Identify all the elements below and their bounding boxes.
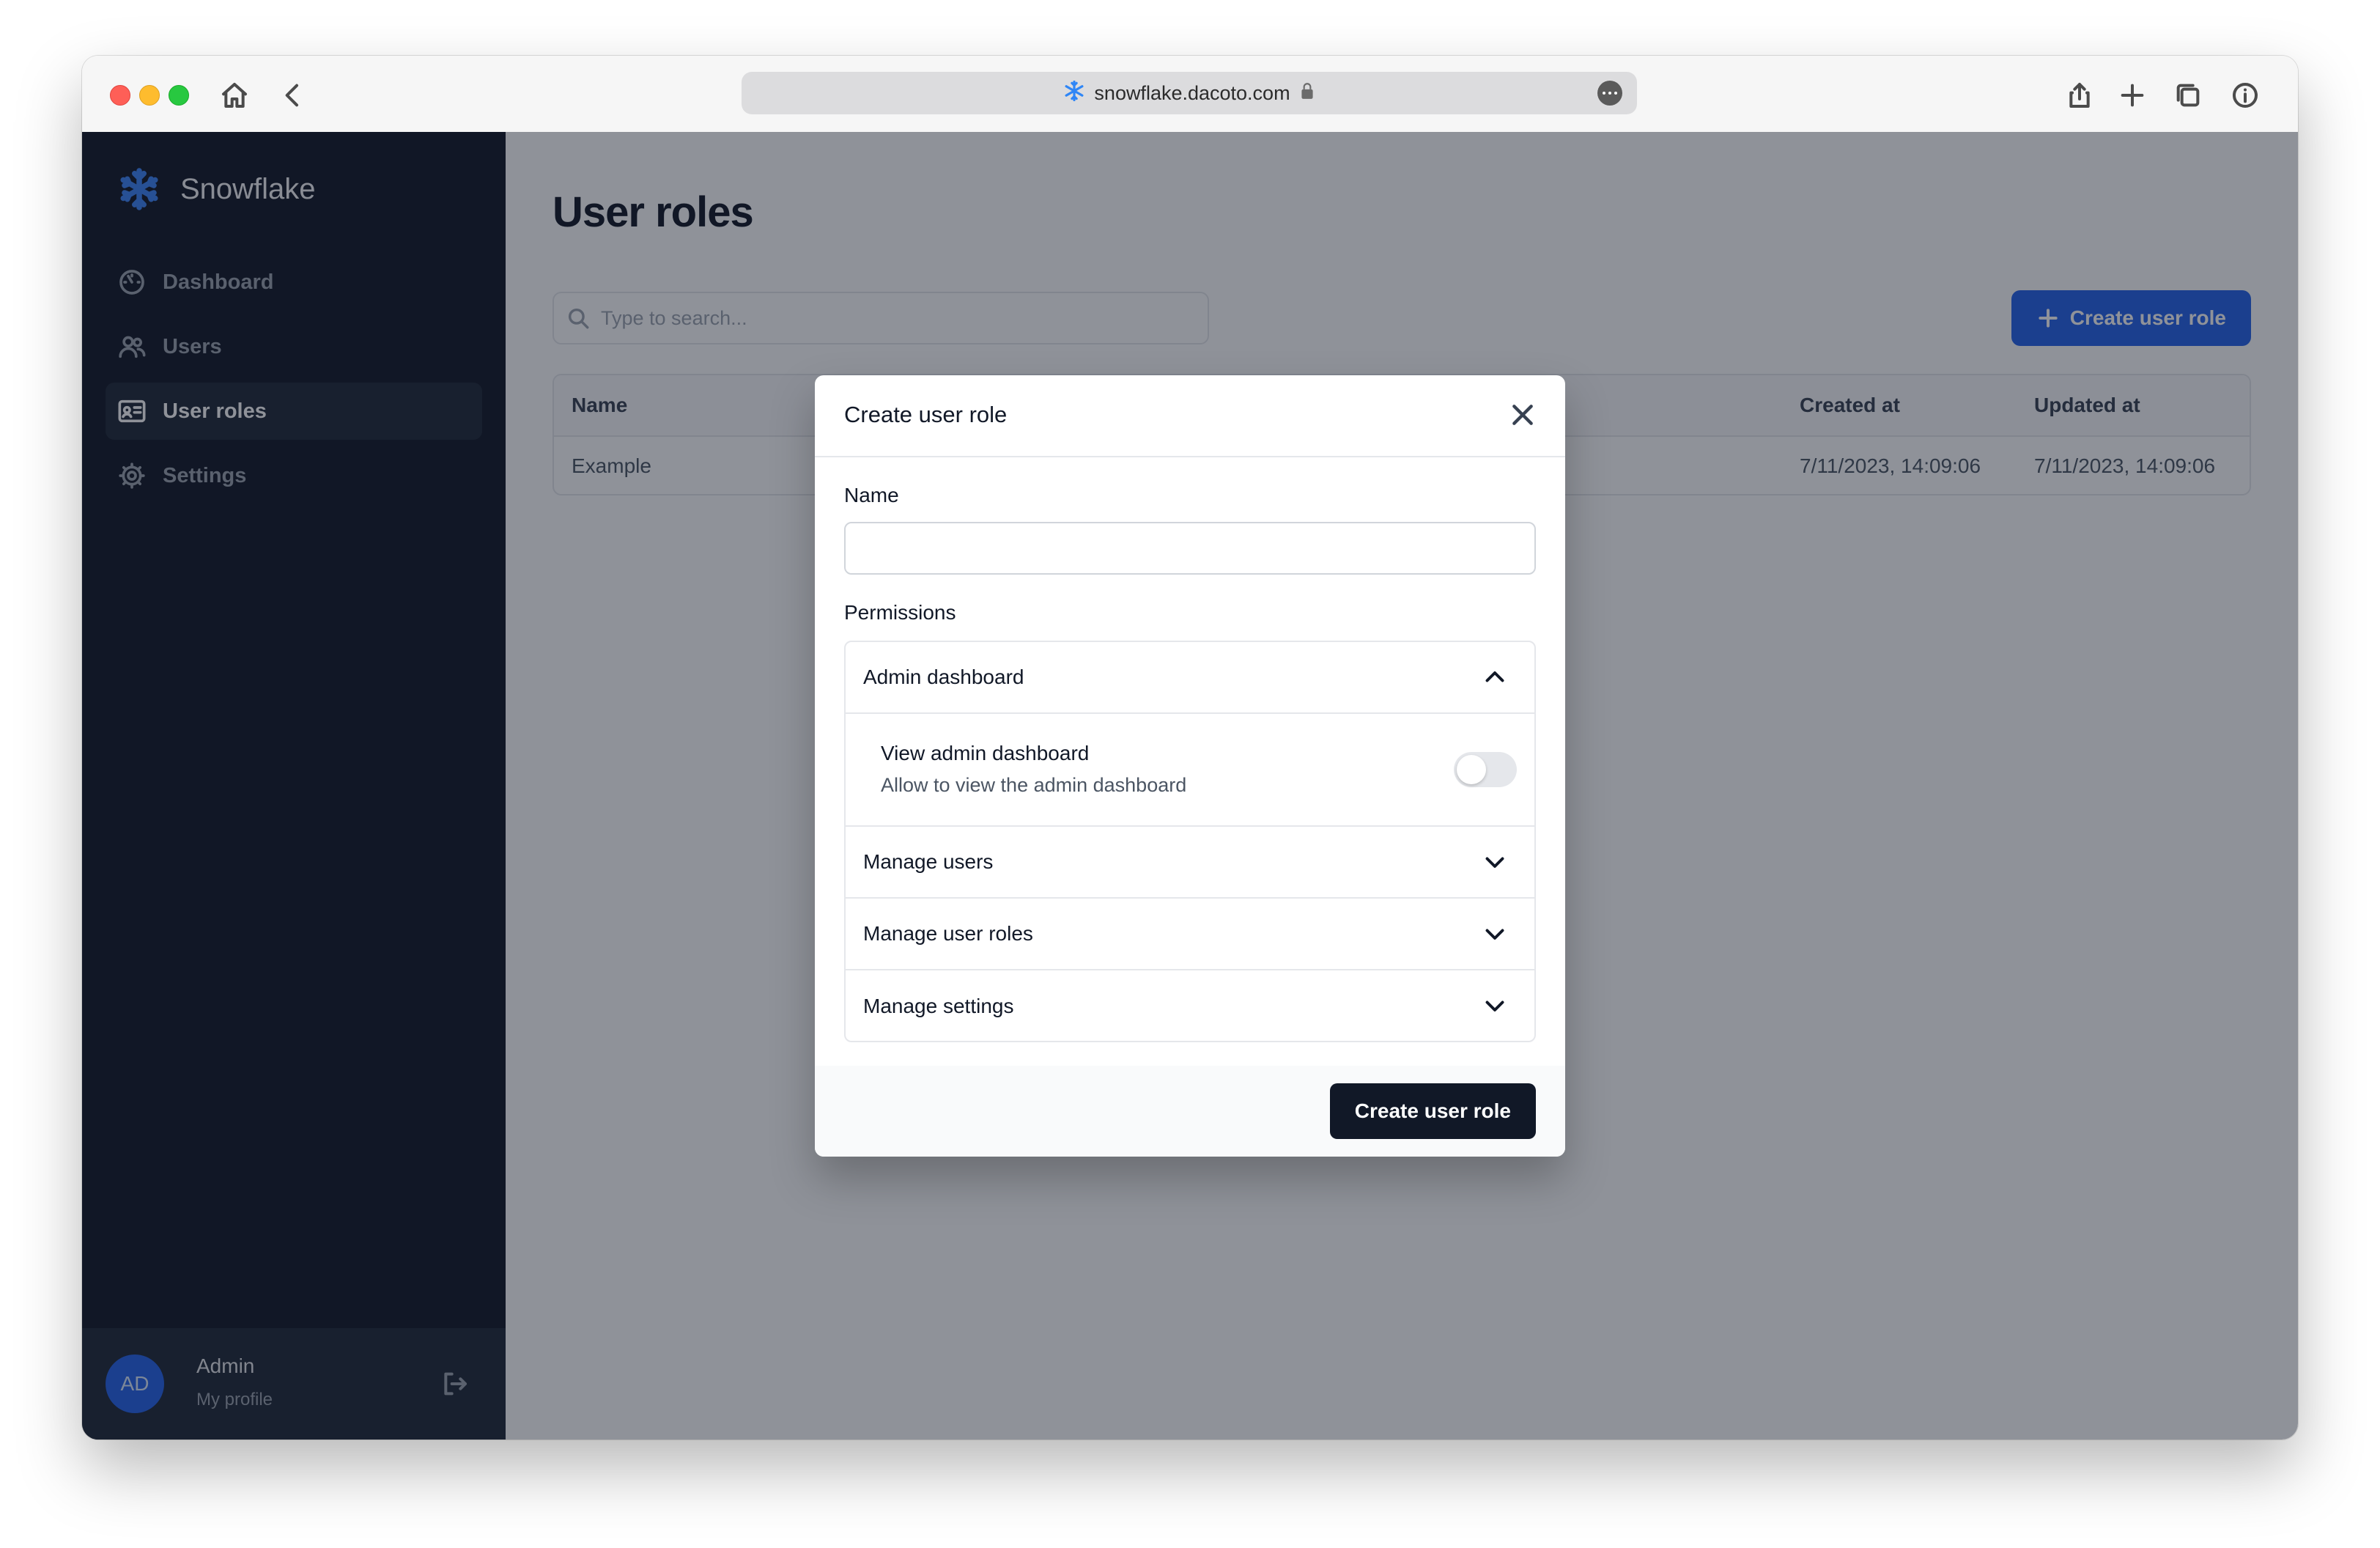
permission-item-view-admin-dashboard: View admin dashboard Allow to view the a… — [846, 714, 1534, 827]
back-icon[interactable] — [276, 78, 311, 113]
permission-group-label: Manage settings — [863, 995, 1014, 1017]
permission-title: View admin dashboard — [881, 742, 1090, 764]
create-user-role-dialog: Create user role Name Permissions Admin … — [815, 375, 1565, 1157]
home-icon[interactable] — [217, 78, 252, 113]
browser-window: snowflake.dacoto.com Snowflake Dashboard… — [82, 56, 2298, 1440]
dialog-header: Create user role — [815, 375, 1565, 457]
tabs-overview-icon[interactable] — [2170, 78, 2206, 113]
permission-group-manage-user-roles[interactable]: Manage user roles — [846, 899, 1534, 970]
permission-group-label: Manage users — [863, 850, 994, 873]
close-icon[interactable] — [1507, 399, 1539, 431]
share-icon[interactable] — [2062, 78, 2097, 113]
chevron-up-icon[interactable] — [1482, 664, 1508, 690]
permission-group-manage-users[interactable]: Manage users — [846, 827, 1534, 899]
permission-group-label: Manage user roles — [863, 922, 1033, 945]
minimize-window-button[interactable] — [139, 85, 160, 106]
chevron-down-icon[interactable] — [1482, 921, 1508, 947]
lock-icon — [1299, 81, 1315, 106]
zoom-window-button[interactable] — [169, 85, 189, 106]
permissions-label: Permissions — [844, 601, 956, 624]
permission-group-manage-settings[interactable]: Manage settings — [846, 970, 1534, 1041]
browser-toolbar: snowflake.dacoto.com — [82, 56, 2298, 133]
role-name-input[interactable] — [844, 522, 1536, 575]
dialog-footer: Create user role — [815, 1066, 1565, 1157]
submit-create-user-role-button[interactable]: Create user role — [1329, 1083, 1536, 1139]
view-admin-dashboard-toggle[interactable] — [1454, 752, 1517, 787]
chevron-down-icon[interactable] — [1482, 992, 1508, 1019]
dialog-title: Create user role — [844, 402, 1008, 427]
new-tab-icon[interactable] — [2115, 78, 2150, 113]
close-window-button[interactable] — [110, 85, 130, 106]
info-icon[interactable] — [2228, 78, 2263, 113]
permission-description: Allow to view the admin dashboard — [881, 774, 1187, 796]
permissions-accordion: Admin dashboard View admin dashboard All… — [844, 641, 1536, 1042]
name-label: Name — [844, 484, 899, 506]
page-menu-icon[interactable] — [1597, 81, 1622, 106]
site-favicon-icon — [1063, 80, 1085, 107]
permission-group-label: Admin dashboard — [863, 666, 1024, 688]
url-text: snowflake.dacoto.com — [1094, 81, 1290, 104]
permission-group-admin-dashboard[interactable]: Admin dashboard — [846, 642, 1534, 714]
chevron-down-icon[interactable] — [1482, 849, 1508, 875]
address-bar[interactable]: snowflake.dacoto.com — [742, 72, 1637, 114]
